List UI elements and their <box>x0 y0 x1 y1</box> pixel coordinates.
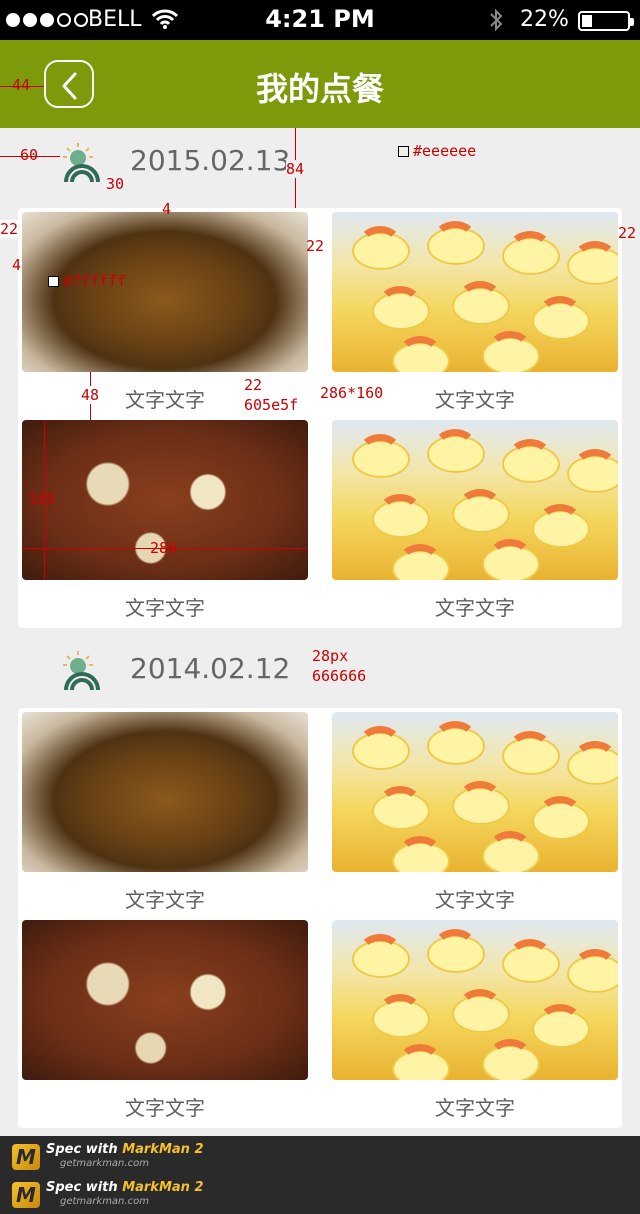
battery-percentage: 22% <box>520 7 569 32</box>
markman-logo-icon: M <box>12 1182 40 1208</box>
markman-badge: M Spec with MarkMan 2 getmarkman.com <box>12 1180 204 1210</box>
dish-photo-shrimp-tofu <box>332 920 618 1080</box>
dish-item[interactable]: 文字文字 <box>22 212 308 413</box>
dish-photo-fried-noodles <box>22 212 308 372</box>
navigation-bar: 我的点餐 <box>0 40 640 128</box>
dish-label: 文字文字 <box>435 1096 515 1120</box>
annotation-label-size: 22 <box>244 376 263 394</box>
annotation-icon-left: 60 <box>20 146 39 164</box>
dish-item[interactable]: 文字文字 <box>332 712 618 913</box>
order-card: 文字文字 文字文字 文字文字 文字文字 <box>18 708 622 1128</box>
dish-item[interactable]: 文字文字 <box>332 212 618 413</box>
dish-label: 文字文字 <box>435 888 515 912</box>
dish-item[interactable]: 文字文字 <box>22 920 308 1121</box>
dish-item[interactable]: 文字文字 <box>332 920 618 1121</box>
markman-badge: M Spec with MarkMan 2 getmarkman.com <box>12 1142 204 1172</box>
sun-rainbow-icon <box>63 651 100 691</box>
dish-photo-fried-noodles <box>22 712 308 872</box>
dish-label: 文字文字 <box>125 888 205 912</box>
annotation-date-size: 28px <box>312 647 349 665</box>
dish-label: 文字文字 <box>125 596 205 620</box>
annotation-image-size: 286*160 <box>320 384 384 402</box>
annotation-section-top: 84 <box>286 160 305 178</box>
dish-item[interactable]: 文字文字 <box>22 712 308 913</box>
dish-label: 文字文字 <box>125 1096 205 1120</box>
page-title: 我的点餐 <box>255 70 384 108</box>
annotation-bg-color: #eeeeee <box>398 142 476 160</box>
dish-photo-braised-stew <box>22 920 308 1080</box>
annotation-date-color: 666666 <box>312 667 367 685</box>
annotation-image-gap-top: 4 <box>162 200 172 218</box>
battery-icon <box>578 11 634 31</box>
annotation-card-margin-right: 22 <box>618 224 637 242</box>
annotation-card-margin-left: 22 <box>0 220 19 238</box>
bluetooth-icon <box>488 8 504 36</box>
order-date: 2014.02.12 <box>130 652 291 685</box>
annotation-column-gap: 22 <box>306 237 325 255</box>
annotation-icon-gap: 30 <box>106 175 125 193</box>
annotation-image-width: 286 <box>150 539 178 557</box>
dish-item[interactable]: 文字文字 <box>22 420 308 621</box>
sun-rainbow-icon <box>63 143 100 183</box>
dish-photo-shrimp-tofu <box>332 712 618 872</box>
order-card: 文字文字 文字文字 文字文字 文字文字 <box>18 208 622 628</box>
annotation-card-inset: 4 <box>12 256 22 274</box>
annotation-label-color: 605e5f <box>244 396 299 414</box>
markman-footer: M Spec with MarkMan 2 getmarkman.com M Sp… <box>0 1136 640 1214</box>
order-date: 2015.02.13 <box>130 144 291 177</box>
dish-label: 文字文字 <box>435 596 515 620</box>
dish-photo-shrimp-tofu <box>332 420 618 580</box>
dish-item[interactable]: 文字文字 <box>332 420 618 621</box>
annotation-image-height: 160 <box>28 490 56 508</box>
markman-logo-icon: M <box>12 1144 40 1170</box>
annotation-label-gap: 48 <box>81 386 100 404</box>
annotation-nav-left: 44 <box>12 76 31 94</box>
status-bar: BELL 4:21 PM 22% <box>0 0 640 40</box>
screen: BELL 4:21 PM 22% 我的点餐 2015.02.13 文字文字 文字… <box>0 0 640 1214</box>
annotation-card-color: #ffffff <box>48 272 126 290</box>
dish-photo-shrimp-tofu <box>332 212 618 372</box>
